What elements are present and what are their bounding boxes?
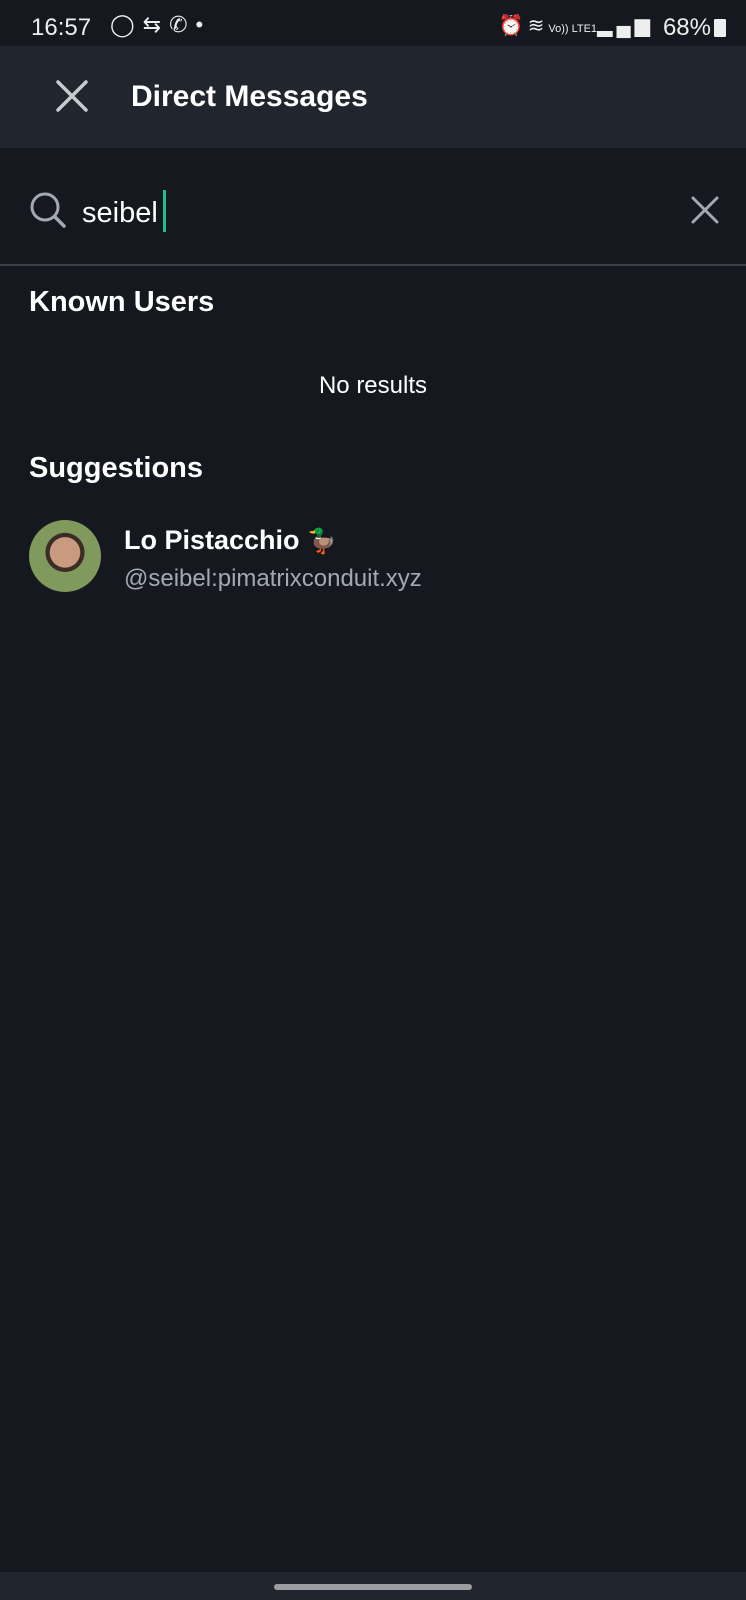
text-caret xyxy=(163,190,166,232)
notification-icons: ◯⇆✆• xyxy=(110,12,211,38)
signal-app-icon: ◯ xyxy=(110,12,143,37)
search-bar xyxy=(0,148,746,266)
close-icon[interactable] xyxy=(52,76,92,116)
whatsapp-icon: ✆ xyxy=(169,12,196,37)
wifi-icon: ≋ xyxy=(527,15,549,37)
status-time: 16:57 xyxy=(31,14,92,41)
battery-icon xyxy=(714,19,726,37)
clear-search-icon[interactable] xyxy=(690,195,720,225)
search-icon xyxy=(30,192,66,228)
alarm-icon: ⏰ xyxy=(498,15,528,37)
status-bar: 16:57 ◯⇆✆• ⏰≋Vo)) LTE1▂▄▆ 68% xyxy=(0,0,746,46)
avatar xyxy=(29,520,101,592)
system-icons: ⏰≋Vo)) LTE1▂▄▆ xyxy=(499,13,654,38)
dot-icon: • xyxy=(195,12,212,37)
home-gesture-handle[interactable] xyxy=(274,1584,472,1590)
battery-percent: 68% xyxy=(662,14,711,41)
navigation-bar xyxy=(0,1572,746,1600)
suggestions-heading: Suggestions xyxy=(29,452,204,484)
duck-emoji: 🦆 xyxy=(307,528,337,555)
user-name-text: Lo Pistacchio xyxy=(124,525,300,555)
app-header: Direct Messages xyxy=(0,46,746,148)
user-display-name: Lo Pistacchio 🦆 xyxy=(124,525,337,556)
page-title: Direct Messages xyxy=(131,80,368,113)
data-transfer-icon: ⇆ xyxy=(142,12,170,37)
user-handle: @seibel:pimatrixconduit.xyz xyxy=(124,565,422,592)
suggestion-item[interactable]: Lo Pistacchio 🦆 @seibel:pimatrixconduit.… xyxy=(0,515,746,595)
battery-indicator: 68% xyxy=(663,14,726,42)
no-results-text: No results xyxy=(318,372,428,399)
known-users-heading: Known Users xyxy=(29,286,215,318)
cell-signal-icon: ▂▄▆ xyxy=(597,15,654,37)
volte-lte-icon: Vo)) LTE1 xyxy=(548,23,598,35)
